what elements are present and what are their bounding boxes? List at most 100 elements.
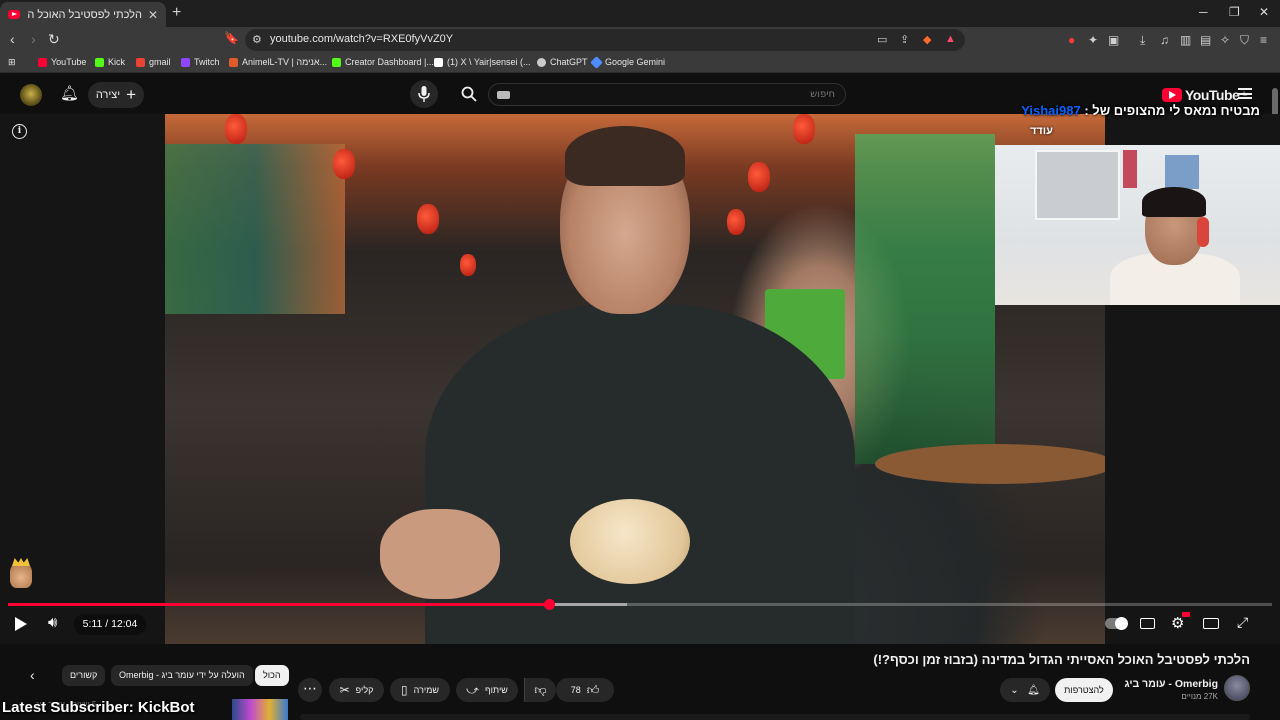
buffered-bar [548,603,628,606]
horizontal-scrollbar[interactable] [300,714,1250,720]
animell-bookmark-icon [229,57,238,67]
reload-button[interactable]: ↻ [48,31,60,48]
kick-bookmark-icon [332,57,341,67]
search-input[interactable] [489,84,845,105]
video-player[interactable]: i מבטיח נמאס לי מהצופים של : Yishai987 ע… [0,103,1280,644]
media-icon[interactable]: ♫ [1160,33,1169,47]
extension-record-icon[interactable]: ● [1068,33,1075,47]
bookmark-chatgpt[interactable]: ChatGPT [537,57,588,67]
youtube-logo[interactable]: YouTube IL [1162,87,1247,103]
clip-button[interactable]: קליפ ✂ [329,678,384,702]
address-bar[interactable]: ⚙ youtube.com/watch?v=RXE0fyVvZ0Y ▭ ⇪ ◆ … [245,29,965,51]
bookmark-label: ChatGPT [550,57,588,67]
close-window-button[interactable]: ✕ [1259,5,1269,19]
scissors-icon: ✂ [339,683,350,697]
bookmark-label: (1) X \ Yair|sensei (... [447,57,531,67]
bell-icon: 🔔︎ [1027,684,1040,696]
create-button[interactable]: יצירה + [88,82,144,108]
bookmark-icon[interactable]: 🔖 [224,31,239,45]
back-button[interactable]: ‹ [10,31,15,47]
dislike-button[interactable]: 👎︎ [524,678,556,702]
bookmark-gmail[interactable]: gmail [136,57,171,67]
site-info-icon[interactable]: ⚙ [252,33,262,46]
thumbs-up-icon: 👍︎ [586,682,600,697]
channel-avatar[interactable] [1224,675,1250,701]
volume-icon[interactable]: 🔊︎ [48,614,57,631]
bookmark-animell[interactable]: AnimelL-TV | אנימה... [229,57,327,67]
subscribed-button[interactable]: ⌄ 🔔︎ [1000,678,1050,702]
bookmark-x[interactable]: (1) X \ Yair|sensei (... [434,57,531,67]
hd-badge [1182,612,1190,617]
chip-uploaded-by[interactable]: הועלה על ידי עומר ביג - Omerbig [111,665,253,686]
downloads-icon[interactable]: ⤓ [1140,33,1145,48]
channel-name[interactable]: Omerbig - עומר ביג [1110,678,1218,690]
chip-scroll-left-icon[interactable]: ‹ [30,667,35,683]
share-button[interactable]: שיתוף ⤻ [456,678,518,702]
brave-shields-icon[interactable]: ◆ [923,33,931,46]
bao-bun [570,499,690,584]
save-button[interactable]: שמירה ▯ [390,678,450,702]
browser-tab-active[interactable]: הלכתי לפסטיבל האוכל האסייתי ✕ [0,2,166,27]
lantern [333,149,355,179]
keyboard-icon[interactable] [497,91,510,99]
info-icon[interactable]: i [12,124,27,139]
forward-button[interactable]: › [31,31,36,47]
lantern [727,209,745,235]
autoplay-toggle[interactable] [1105,617,1128,630]
notifications-bell-icon[interactable]: 🔔︎ [60,84,79,102]
miniplayer-button[interactable] [1203,618,1219,629]
youtube-bookmark-icon [38,57,47,67]
extension-box-icon[interactable]: ▣ [1108,33,1119,47]
youtube-favicon-icon [8,10,20,19]
join-button[interactable]: להצטרפות [1055,678,1113,702]
search-icon [461,86,477,102]
time-display: 5:11 / 12:04 [74,614,146,635]
bookmark-creator-dashboard[interactable]: Creator Dashboard |... [332,57,434,67]
play-button[interactable] [15,617,27,631]
bookmark-kick[interactable]: Kick [95,57,125,67]
voice-search-button[interactable] [410,80,438,108]
menu-icon[interactable]: ≡ [1260,33,1267,47]
search-box[interactable] [488,83,846,106]
bookmark-twitch[interactable]: Twitch [181,57,220,67]
vpn-icon[interactable]: ⛉ [1240,33,1249,48]
wallet-icon[interactable]: ▤ [1200,33,1211,47]
extensions-icon[interactable]: ✦ [1088,33,1098,47]
video-frame[interactable] [165,114,1105,644]
tab-close-icon[interactable]: ✕ [148,8,158,22]
restore-button[interactable]: ❐ [1229,5,1240,19]
progress-bar[interactable] [8,599,1272,610]
gmail-bookmark-icon [136,57,145,67]
like-button[interactable]: 👍︎ 78 [556,678,614,702]
new-tab-button[interactable]: + [172,4,181,22]
sidebar-icon[interactable]: ▥ [1180,33,1191,47]
recommendation-thumbnail[interactable] [232,699,288,720]
fullscreen-icon[interactable]: ⤢ [1237,614,1248,631]
more-actions-button[interactable]: ⋯ [298,678,322,702]
subtitles-button[interactable] [1140,618,1155,629]
share-page-icon[interactable]: ⇪ [900,33,909,46]
bookmark-label: YouTube [51,57,87,67]
bookmark-youtube[interactable]: YouTube [38,57,86,67]
search-button[interactable] [450,80,488,108]
browser-tab-bar: הלכתי לפסטיבל האוכל האסייתי ✕ + ─ ❐ ✕ [0,0,1280,27]
minimize-button[interactable]: ─ [1199,5,1208,19]
twitch-bookmark-icon [181,57,190,67]
plus-icon: + [126,85,137,104]
latest-subscriber-overlay: Latest Subscriber: KickBot [2,699,195,716]
brave-rewards-icon[interactable]: ▲ [945,33,956,45]
stream-username: Yishai987 [1021,103,1081,118]
cast-icon[interactable]: ▭ [877,33,887,46]
bookmark-label: AnimelL-TV | אנימה... [242,57,328,67]
chip-related[interactable]: קשורים [62,665,106,686]
bookmark-gemini[interactable]: Google Gemini [590,55,665,69]
leo-ai-icon[interactable]: ✧ [1220,33,1230,47]
apps-grid-icon[interactable]: ⊞ [8,57,16,68]
hamburger-menu-icon[interactable] [1238,88,1252,99]
person-hair [565,126,685,186]
browser-nav-bar: ‹ › ↻ 🔖 ⚙ youtube.com/watch?v=RXE0fyVvZ0… [0,27,1280,53]
lantern [225,114,247,144]
account-avatar[interactable] [20,84,42,106]
chip-all[interactable]: הכול [255,665,289,686]
chevron-down-icon: ⌄ [1010,684,1019,696]
